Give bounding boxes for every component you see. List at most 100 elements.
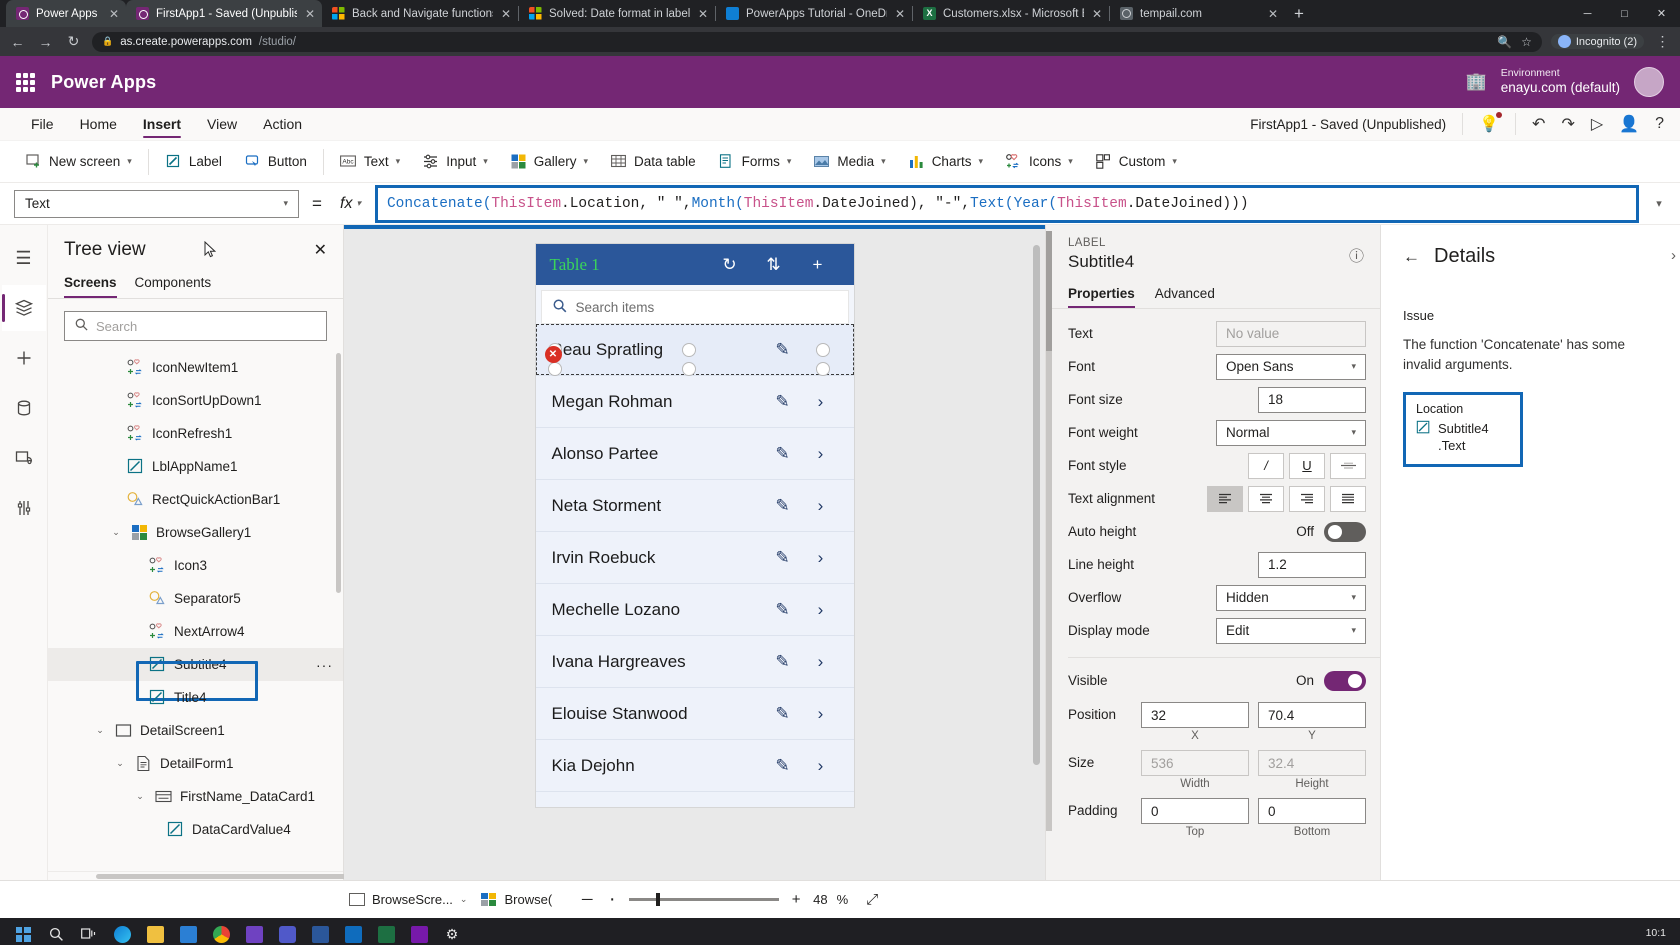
chevron-down-icon[interactable]: ▾ — [396, 156, 401, 167]
gallery-row[interactable]: Mechelle Lozano ✎ › — [535, 584, 854, 636]
underline-button[interactable]: U — [1289, 452, 1325, 479]
close-icon[interactable]: ✕ — [697, 8, 709, 20]
word-icon[interactable] — [305, 919, 335, 945]
auto-height-toggle[interactable] — [1324, 521, 1366, 542]
close-icon[interactable]: ✕ — [108, 8, 120, 20]
maximize-button[interactable]: □ — [1606, 0, 1643, 27]
size-height-input[interactable]: 32.4 — [1258, 750, 1366, 776]
chrome-icon[interactable] — [206, 919, 236, 945]
gallery-row[interactable]: Elouise Stanwood ✎ › — [535, 688, 854, 740]
chevron-down-icon[interactable]: ▾ — [787, 156, 792, 167]
tab-screens[interactable]: Screens — [64, 269, 117, 298]
italic-button[interactable]: / — [1248, 452, 1284, 479]
browser-tab-active[interactable]: FirstApp1 - Saved (Unpublished) ✕ — [126, 0, 322, 27]
error-badge[interactable]: ✕ — [544, 346, 562, 363]
menu-item-view[interactable]: View — [196, 110, 248, 138]
media-button[interactable]: Media ▾ — [802, 141, 896, 183]
tree-node-detailform1[interactable]: ⌄ DetailForm1 — [48, 747, 343, 780]
line-height-input[interactable]: 1.2 — [1258, 551, 1366, 578]
tree-node-subtitle4[interactable]: Subtitle4 ··· — [48, 648, 343, 681]
reload-icon[interactable]: ↻ — [64, 32, 83, 51]
onenote-icon[interactable] — [404, 919, 434, 945]
teams-icon[interactable] — [272, 919, 302, 945]
padding-bottom-input[interactable]: 0 — [1258, 798, 1366, 824]
chevron-right-icon[interactable]: › — [802, 548, 840, 568]
folder-icon[interactable] — [140, 919, 170, 945]
chevron-down-icon[interactable]: ▾ — [1068, 156, 1073, 167]
gallery-row[interactable]: Megan Rohman ✎ › — [535, 376, 854, 428]
formula-expand-icon[interactable]: ▾ — [1648, 197, 1670, 210]
tree-node-rectquickactionbar1[interactable]: RectQuickActionBar1 — [48, 483, 343, 516]
center-align-icon[interactable] — [1248, 485, 1284, 512]
chevron-right-icon[interactable]: › — [802, 756, 840, 776]
gallery-row[interactable]: Tamica Trickett ✎ › — [535, 792, 854, 809]
chevron-down-icon[interactable]: ▾ — [356, 198, 361, 209]
browser-tab[interactable]: Back and Navigate functions - Po ✕ — [322, 0, 518, 27]
text-field[interactable]: No value — [1216, 320, 1366, 347]
new-screen-button[interactable]: New screen ▾ — [14, 141, 143, 183]
tree-node-nextarrow4[interactable]: NextArrow4 — [48, 615, 343, 648]
resize-handle[interactable] — [815, 362, 830, 376]
gallery-row[interactable]: Neta Storment ✎ › — [535, 480, 854, 532]
justify-align-icon[interactable] — [1330, 485, 1366, 512]
tree-view-icon[interactable] — [1, 285, 46, 331]
pencil-icon[interactable]: ✎ — [764, 704, 802, 724]
advanced-tools-icon[interactable] — [2, 485, 46, 531]
gallery-row[interactable]: Ivana Hargreaves ✎ › — [535, 636, 854, 688]
back-icon[interactable]: ← — [1403, 247, 1420, 267]
incognito-indicator[interactable]: Incognito (2) — [1550, 34, 1644, 49]
new-tab-button[interactable]: + — [1285, 0, 1313, 27]
task-view-icon[interactable] — [74, 919, 104, 945]
right-align-icon[interactable] — [1289, 485, 1325, 512]
chevron-down-icon[interactable]: ⌄ — [94, 725, 106, 736]
left-align-icon[interactable] — [1207, 485, 1243, 512]
vscode-icon[interactable] — [239, 919, 269, 945]
resize-handle[interactable] — [681, 343, 696, 357]
chevron-right-icon[interactable]: › — [802, 704, 840, 724]
browser-tab[interactable]: PowerApps Tutorial - OneDrive ✕ — [716, 0, 912, 27]
browser-menu-icon[interactable]: ⋮ — [1653, 32, 1672, 51]
font-size-input[interactable]: 18 — [1258, 386, 1366, 413]
pencil-icon[interactable]: ✎ — [764, 444, 802, 464]
canvas-scrollbar[interactable] — [1033, 245, 1040, 765]
zoom-icon[interactable]: 🔍 — [1497, 35, 1512, 49]
sort-icon[interactable]: ⇅ — [752, 255, 796, 275]
app-search-input[interactable]: Search items — [540, 290, 849, 324]
screen-selector[interactable]: BrowseScre... ⌄ — [348, 892, 467, 907]
ideas-icon[interactable]: 💡 — [1479, 112, 1503, 134]
share-icon[interactable]: 👤 — [1619, 114, 1639, 134]
collapse-icon[interactable]: › — [1671, 247, 1676, 264]
location-row[interactable]: Subtitle4 .Text — [1416, 420, 1510, 455]
menu-item-action[interactable]: Action — [252, 110, 313, 138]
search-input[interactable]: Search — [64, 311, 327, 341]
tab-components[interactable]: Components — [135, 269, 212, 298]
chevron-right-icon[interactable]: › — [802, 496, 840, 516]
tree-node-browsegallery1[interactable]: ⌄ BrowseGallery1 — [48, 516, 343, 549]
browser-tab[interactable]: Solved: Date format in labels and ✕ — [519, 0, 715, 27]
resize-handle[interactable] — [815, 343, 830, 357]
visible-toggle[interactable] — [1324, 670, 1366, 691]
control-selector[interactable]: Browse( — [480, 892, 552, 907]
chevron-down-icon[interactable]: ▾ — [584, 156, 589, 167]
label-button[interactable]: Label — [154, 141, 233, 183]
menu-item-insert[interactable]: Insert — [132, 110, 192, 138]
forward-icon[interactable]: → — [36, 32, 55, 51]
property-selector[interactable]: Text ▾ — [14, 189, 299, 218]
button-button[interactable]: Button — [233, 141, 318, 183]
more-options-icon[interactable]: ··· — [316, 657, 333, 673]
fx-button[interactable]: fx ▾ — [335, 195, 366, 213]
zoom-slider[interactable] — [629, 893, 780, 906]
tree-node-title4[interactable]: Title4 — [48, 681, 343, 714]
tree-node-iconsortupdown1[interactable]: IconSortUpDown1 — [48, 384, 343, 417]
browser-tab[interactable]: Power Apps ✕ — [6, 0, 126, 27]
address-bar[interactable]: 🔒 as.create.powerapps.com/studio/ 🔍 ☆ — [92, 31, 1542, 52]
close-icon[interactable]: ✕ — [894, 8, 906, 20]
add-icon[interactable]: + — [796, 255, 840, 275]
tab-properties[interactable]: Properties — [1068, 286, 1135, 308]
tree-node-lblappname1[interactable]: LblAppName1 — [48, 450, 343, 483]
properties-scrollbar[interactable] — [1046, 231, 1052, 351]
redo-icon[interactable]: ↷ — [1561, 114, 1574, 134]
pencil-icon[interactable]: ✎ — [764, 808, 802, 809]
help-icon[interactable]: ? — [1655, 115, 1664, 133]
chevron-right-icon[interactable]: › — [802, 808, 840, 809]
